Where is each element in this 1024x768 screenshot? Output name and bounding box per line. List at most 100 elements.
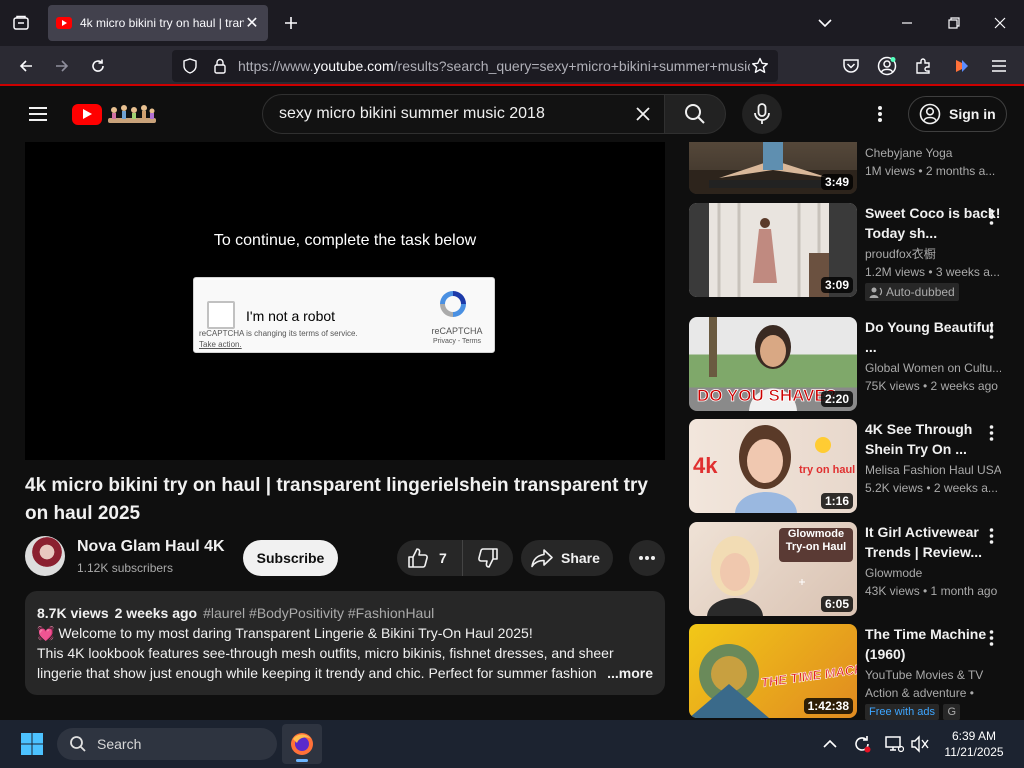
video-channel[interactable]: Chebyjane Yoga bbox=[865, 144, 1001, 162]
address-bar[interactable]: https://www.youtube.com/results?search_q… bbox=[172, 50, 778, 82]
thumbnail-overlay-text: Glowmode Try-on Haul bbox=[785, 528, 847, 553]
app-menu-icon[interactable] bbox=[985, 52, 1013, 80]
video-duration: 6:05 bbox=[820, 596, 853, 612]
video-channel[interactable]: Melisa Fashion Haul USA bbox=[865, 461, 1001, 479]
firefox-view-icon[interactable] bbox=[8, 10, 34, 36]
search-button[interactable] bbox=[664, 94, 726, 134]
video-category: Action & adventure • bbox=[865, 686, 974, 700]
dubbed-person-icon bbox=[869, 287, 883, 298]
more-actions-button[interactable] bbox=[629, 540, 665, 576]
share-button[interactable]: Share bbox=[521, 540, 613, 576]
close-window-icon[interactable] bbox=[985, 8, 1015, 38]
related-video-item[interactable]: THE TIME MACHINE 1:42:38 The Time Machin… bbox=[689, 624, 1009, 720]
browser-tab-bar: 4k micro bikini try on haul | transparen… bbox=[0, 0, 1024, 46]
video-player[interactable]: To continue, complete the task below I'm… bbox=[25, 142, 665, 460]
related-video-item[interactable]: Glowmode Try-on Haul 6:05 It Girl Active… bbox=[689, 522, 1009, 616]
related-video-item[interactable]: DO YOU SHAVE? 2:20 Do Young Beautiful ..… bbox=[689, 317, 1009, 411]
show-hidden-icons-chevron-icon[interactable] bbox=[818, 732, 842, 756]
share-arrow-icon bbox=[531, 549, 553, 568]
video-channel[interactable]: Glowmode bbox=[865, 564, 1001, 582]
related-video-item[interactable]: 4k try on haul 1:16 4K See Through Shein … bbox=[689, 419, 1009, 513]
account-icon[interactable] bbox=[873, 52, 901, 80]
windows-taskbar: Search 6:39 AM 11/21/2025 bbox=[0, 720, 1024, 768]
tab-close-icon[interactable]: ✕ bbox=[244, 15, 260, 32]
video-info: Chebyjane Yoga 1M views • 2 months a... bbox=[865, 144, 1001, 180]
dislike-button[interactable] bbox=[463, 540, 513, 576]
restore-icon[interactable] bbox=[939, 8, 969, 38]
url-text[interactable]: https://www.youtube.com/results?search_q… bbox=[238, 58, 750, 74]
firefox-icon bbox=[291, 733, 313, 755]
pocket-icon[interactable] bbox=[837, 52, 865, 80]
badge-label: Auto-dubbed bbox=[886, 285, 955, 299]
guide-menu-icon[interactable] bbox=[24, 100, 52, 128]
video-duration: 2:20 bbox=[820, 391, 853, 407]
youtube-logo[interactable] bbox=[72, 100, 160, 128]
recaptcha-logo-icon bbox=[440, 291, 466, 317]
action-menu-icon[interactable] bbox=[981, 421, 1001, 445]
back-icon[interactable] bbox=[12, 52, 40, 80]
minimize-icon[interactable] bbox=[892, 8, 922, 38]
free-with-ads-badge: Free with ads bbox=[865, 704, 940, 720]
voice-search-button[interactable] bbox=[742, 94, 782, 134]
volume-icon[interactable] bbox=[908, 732, 932, 756]
action-menu-icon[interactable] bbox=[981, 319, 1001, 343]
extension-icon[interactable] bbox=[948, 52, 976, 80]
network-icon[interactable] bbox=[882, 732, 906, 756]
channel-name[interactable]: Nova Glam Haul 4K bbox=[77, 538, 225, 556]
like-button[interactable]: 7 bbox=[397, 540, 463, 576]
firefox-taskbar-button[interactable] bbox=[282, 724, 322, 764]
action-menu-icon[interactable] bbox=[981, 205, 1001, 229]
microphone-icon bbox=[754, 103, 770, 124]
video-thumbnail[interactable]: 3:09 bbox=[689, 203, 857, 297]
clock-time: 6:39 AM bbox=[951, 729, 997, 743]
list-all-tabs-icon[interactable] bbox=[812, 10, 838, 36]
system-clock[interactable]: 6:39 AM 11/21/2025 bbox=[930, 728, 1018, 760]
video-thumbnail[interactable]: 4k try on haul 1:16 bbox=[689, 419, 857, 513]
view-count: 8.7K views bbox=[37, 605, 109, 621]
action-menu-icon[interactable] bbox=[981, 626, 1001, 650]
search-input[interactable]: sexy micro bikini summer music 2018 bbox=[279, 105, 625, 123]
video-duration: 3:49 bbox=[820, 174, 853, 190]
recaptcha-label: I'm not a robot bbox=[246, 308, 336, 324]
related-video-item[interactable]: 3:49 Chebyjane Yoga 1M views • 2 months … bbox=[689, 142, 1009, 194]
thumbnail-overlay-text: 4k bbox=[693, 453, 718, 478]
sync-update-icon[interactable] bbox=[850, 732, 874, 756]
windows-start-icon[interactable] bbox=[20, 732, 44, 756]
video-thumbnail[interactable]: THE TIME MACHINE 1:42:38 bbox=[689, 624, 857, 718]
show-more-link[interactable]: ...more bbox=[599, 663, 653, 683]
clear-search-icon[interactable] bbox=[625, 96, 661, 132]
subscribe-button[interactable]: Subscribe bbox=[243, 540, 338, 576]
thumbs-up-icon bbox=[408, 548, 428, 568]
action-menu-icon[interactable] bbox=[981, 524, 1001, 548]
video-owner-row: Nova Glam Haul 4K 1.12K subscribers Subs… bbox=[25, 536, 665, 576]
hashtags[interactable]: #laurel #BodyPositivity #FashionHaul bbox=[203, 605, 434, 621]
forward-icon[interactable] bbox=[48, 52, 76, 80]
related-video-item[interactable]: 3:09 Sweet Coco is back! Today sh... pro… bbox=[689, 203, 1009, 301]
video-thumbnail[interactable]: DO YOU SHAVE? 2:20 bbox=[689, 317, 857, 411]
browser-tab-active[interactable]: 4k micro bikini try on haul | transparen… bbox=[48, 5, 268, 41]
channel-avatar[interactable] bbox=[25, 536, 65, 576]
thumbnail-overlay-text: THE TIME MACHINE bbox=[760, 658, 857, 690]
bookmark-star-icon[interactable] bbox=[748, 54, 772, 78]
video-thumbnail[interactable]: 3:49 bbox=[689, 142, 857, 194]
video-duration: 1:16 bbox=[820, 493, 853, 509]
sign-in-button[interactable]: Sign in bbox=[908, 96, 1007, 132]
tab-title: 4k micro bikini try on haul | transparen… bbox=[80, 16, 244, 30]
video-channel[interactable]: Global Women on Cultu... bbox=[865, 359, 1001, 377]
description-line-text: lingerie that show just enough while kee… bbox=[37, 665, 597, 681]
new-tab-icon[interactable] bbox=[278, 10, 304, 36]
video-channel[interactable]: YouTube Movies & TV bbox=[865, 666, 1001, 684]
video-thumbnail[interactable]: Glowmode Try-on Haul 6:05 bbox=[689, 522, 857, 616]
video-description[interactable]: 8.7K views 2 weeks ago #laurel #BodyPositi… bbox=[25, 591, 665, 695]
recaptcha-take-action-link[interactable]: Take action. bbox=[199, 340, 242, 349]
taskbar-search[interactable]: Search bbox=[57, 728, 277, 760]
video-channel[interactable]: proudfox衣橱 bbox=[865, 245, 1001, 263]
lock-icon[interactable] bbox=[208, 54, 232, 78]
reload-icon[interactable] bbox=[84, 52, 112, 80]
settings-more-icon[interactable] bbox=[868, 102, 892, 126]
recaptcha-checkbox[interactable] bbox=[207, 301, 235, 329]
search-box[interactable]: sexy micro bikini summer music 2018 bbox=[262, 94, 666, 134]
recaptcha-privacy-terms[interactable]: Privacy - Terms bbox=[422, 338, 492, 345]
extensions-puzzle-icon[interactable] bbox=[909, 52, 937, 80]
tracking-protection-shield-icon[interactable] bbox=[178, 54, 202, 78]
